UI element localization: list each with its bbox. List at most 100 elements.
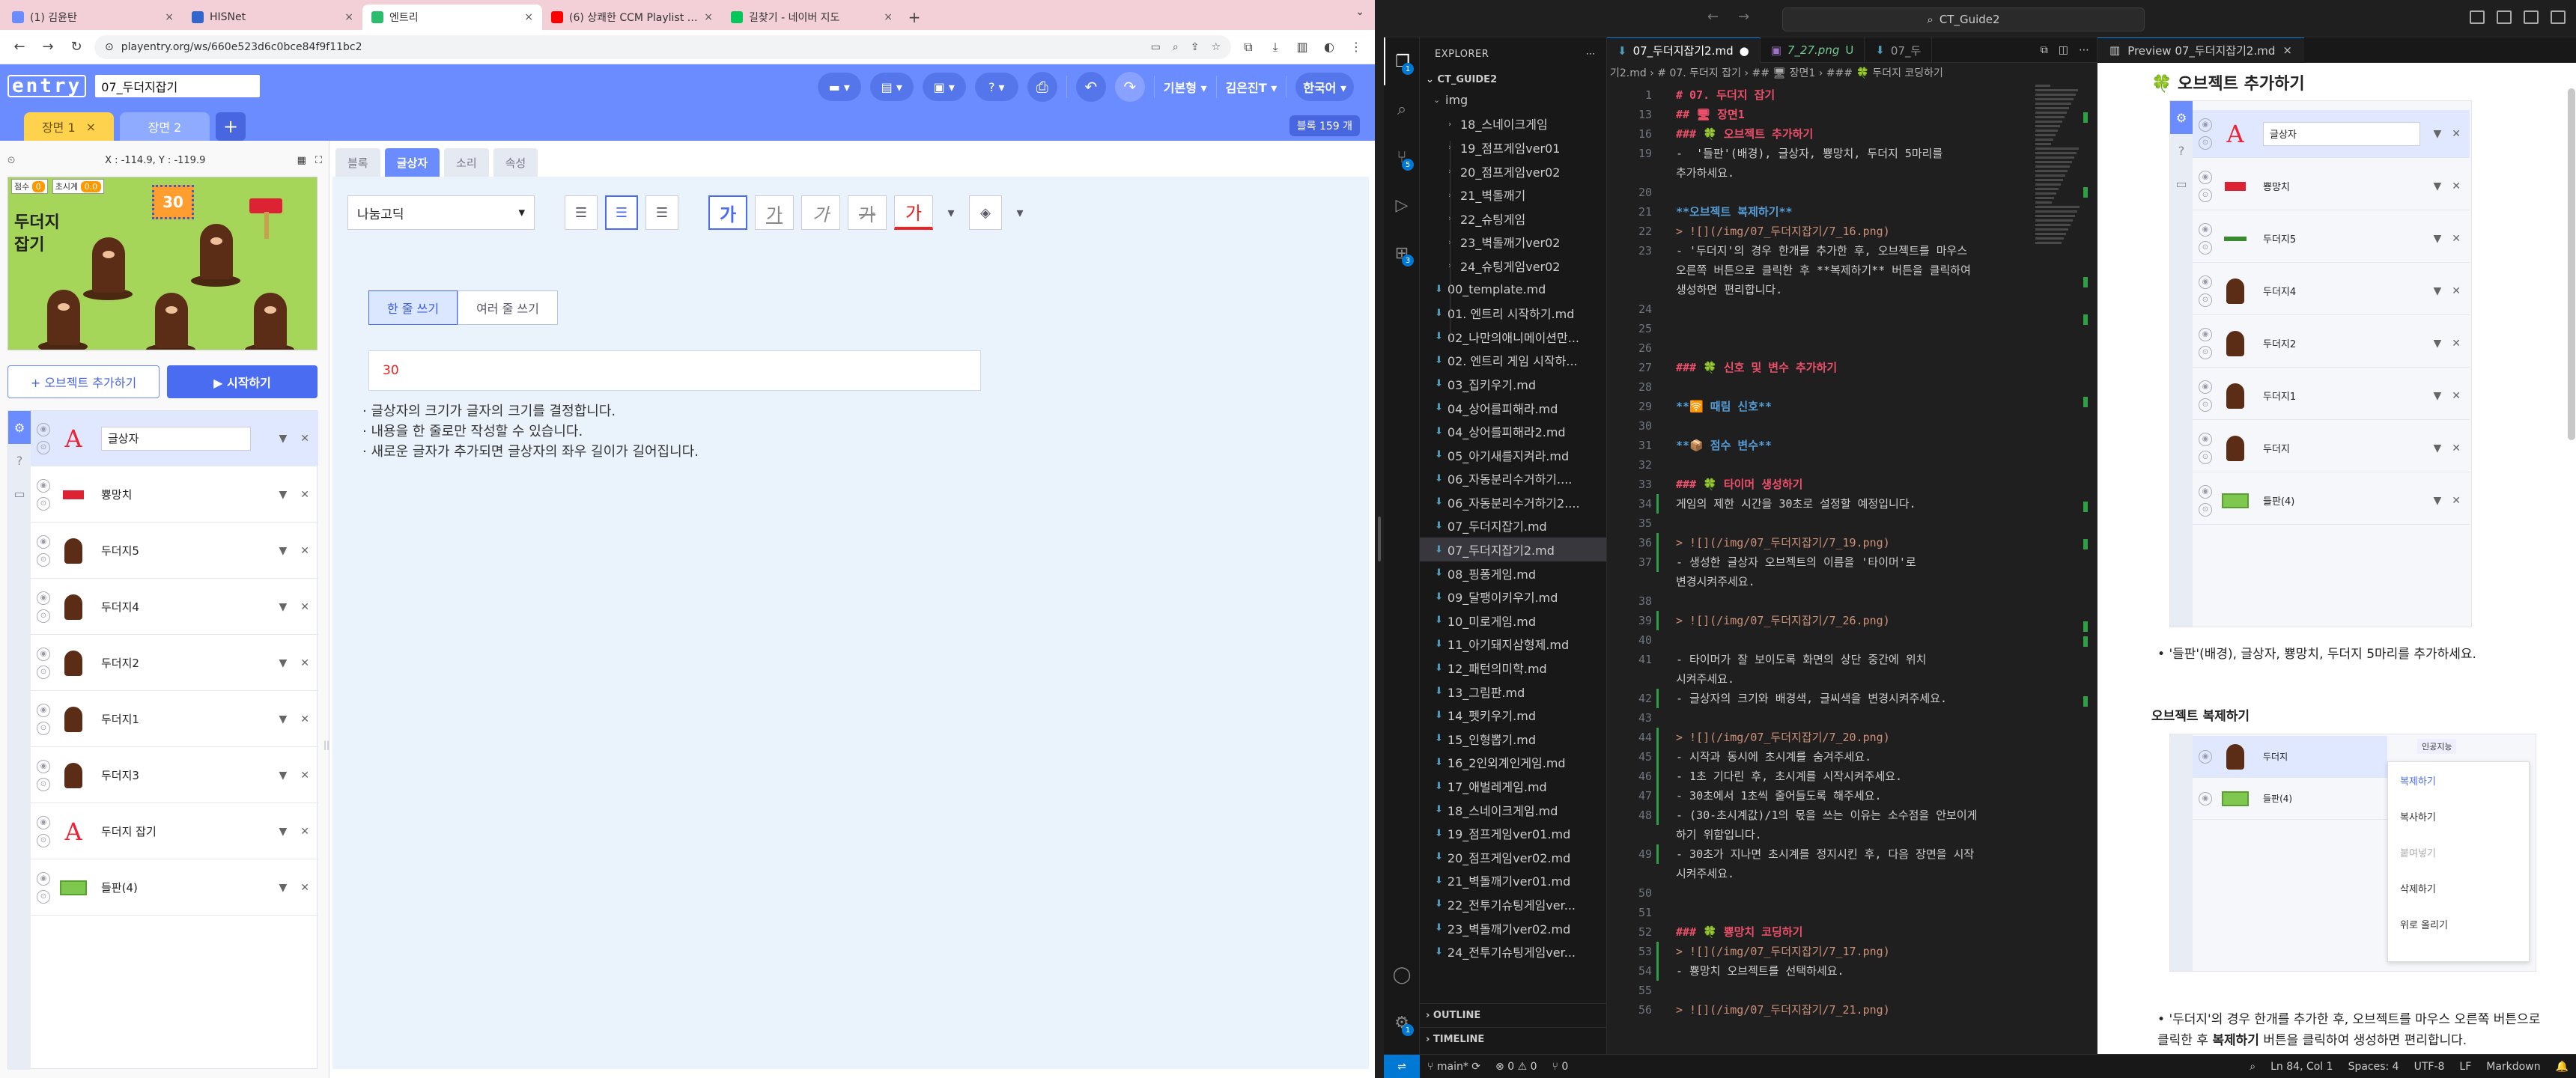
code-line[interactable]: 변경시켜주세요. [1676, 572, 1755, 591]
open-preview-icon[interactable]: ⧉ [2041, 44, 2048, 56]
git-change-marker[interactable] [1656, 806, 1659, 825]
browser-tab[interactable]: HISNet × [183, 4, 362, 30]
delete-object-icon[interactable]: ✕ [300, 770, 309, 782]
mode-select[interactable]: 기본형 ▾ [1164, 78, 1207, 96]
entry-logo[interactable]: entry [7, 75, 87, 97]
source-control-icon[interactable]: ⑂ 5 [1384, 133, 1420, 181]
language-select[interactable]: 한국어 ▾ [1295, 73, 1354, 101]
strikethrough-button[interactable]: 가 [848, 195, 887, 230]
file-item[interactable]: ⬇ 10_미로게임.md [1420, 609, 1606, 633]
file-item[interactable]: ⬇ 07_두더지잡기2.md [1420, 538, 1606, 561]
file-item[interactable]: ⬇ 13_그림판.md [1420, 680, 1606, 704]
indentation[interactable]: Spaces: 4 [2341, 1061, 2407, 1073]
add-object-button[interactable]: + 오브젝트 추가하기 [7, 365, 160, 398]
visibility-icon[interactable]: ◉ [37, 815, 50, 829]
share-icon[interactable]: ⇪ [1191, 41, 1200, 53]
code-line[interactable]: - '두더지'의 경우 한개를 추가한 후, 오브젝트를 마우스 [1676, 241, 1967, 261]
object-row[interactable]: ◉ ⊙ A 두더지 잡기 ▼ ✕ [31, 804, 318, 859]
new-project-menu-button[interactable]: ▬ ▾ [817, 73, 861, 101]
code-line[interactable]: > ![](/img/07_두더지잡기/7_19.png) [1676, 533, 1890, 552]
mole-sprite[interactable] [155, 293, 188, 348]
customize-layout-icon[interactable] [2551, 10, 2566, 24]
fill-color-dropdown-icon[interactable]: ▾ [1009, 195, 1030, 230]
visibility-icon[interactable]: ◉ [37, 535, 50, 549]
code-line[interactable]: 하기 위함입니다. [1676, 825, 1762, 844]
start-button[interactable]: ▶ 시작하기 [167, 365, 318, 398]
lock-icon[interactable]: ⊙ [37, 496, 50, 511]
file-item[interactable]: ⬇ 02. 엔트리 게임 시작하... [1420, 349, 1606, 373]
object-menu-chevron-icon[interactable]: ▼ [279, 826, 287, 838]
delete-object-icon[interactable]: ✕ [300, 545, 309, 557]
object-row[interactable]: ◉ ⊙ 두더지2 ▼ ✕ [31, 636, 318, 691]
close-tab-icon[interactable]: × [344, 11, 353, 23]
lock-icon[interactable]: ⊙ [37, 833, 50, 847]
workspace-tab[interactable]: 소리 [444, 148, 489, 177]
sidepanel-icon[interactable]: ▥ [1292, 37, 1312, 57]
new-tab-button[interactable]: + [902, 4, 927, 30]
git-change-marker[interactable] [1656, 747, 1659, 767]
file-item[interactable]: ⬇ 00_template.md [1420, 278, 1606, 302]
object-row[interactable]: ◉ ⊙ 두더지1 ▼ ✕ [31, 692, 318, 747]
object-menu-chevron-icon[interactable]: ▼ [279, 713, 287, 725]
lock-icon[interactable]: ⊙ [37, 777, 50, 791]
run-debug-icon[interactable]: ▷ [1384, 181, 1420, 229]
code-line[interactable]: > ![](/img/07_두더지잡기/7_16.png) [1676, 222, 1890, 241]
file-item[interactable]: ⬇ 24_전투기슈팅게임ver... [1420, 940, 1606, 963]
file-item[interactable]: ⬇ 04_상어를피해라2.md [1420, 419, 1606, 443]
text-content-input[interactable]: 30 [368, 350, 981, 391]
editor-tab-partial[interactable]: ⬇ 07_두 [1865, 37, 1933, 63]
code-line[interactable]: ## 🖥 장면1 [1676, 105, 1745, 124]
align-center-button[interactable]: ☰ [605, 195, 638, 230]
export-menu-button[interactable]: ▣ ▾ [922, 73, 966, 101]
object-menu-chevron-icon[interactable]: ▼ [279, 545, 287, 557]
install-icon[interactable]: ▭ [1151, 41, 1161, 53]
file-item[interactable]: ⬇ 01. 엔트리 시작하기.md [1420, 301, 1606, 325]
object-name[interactable]: 글상자 [101, 426, 251, 451]
code-line[interactable]: - 글상자의 크기와 배경색, 글씨색을 변경시켜주세요. [1676, 689, 1947, 708]
visibility-icon[interactable]: ◉ [37, 591, 50, 605]
file-item[interactable]: ⬇ 11_아기돼지삼형제.md [1420, 633, 1606, 657]
object-menu-chevron-icon[interactable]: ▼ [279, 601, 287, 613]
git-change-marker[interactable] [1656, 961, 1659, 981]
git-change-marker[interactable] [1656, 494, 1659, 514]
visibility-icon[interactable]: ◉ [37, 478, 50, 493]
zoom-icon[interactable]: ⌕ [1173, 41, 1179, 53]
visibility-icon[interactable]: ◉ [37, 422, 50, 436]
download-icon[interactable]: ⤓ [1266, 37, 1285, 57]
code-line[interactable]: **🛜 때림 신호** [1676, 397, 1772, 416]
git-change-marker[interactable] [1656, 942, 1659, 961]
lock-icon[interactable]: ⊙ [37, 552, 50, 567]
address-bar[interactable]: ⊙ playentry.org/ws/660e523d6c0bce84f9f11… [94, 34, 1231, 59]
code-line[interactable]: **📦 점수 변수** [1676, 436, 1772, 455]
folder-item[interactable]: ›19_점프게임ver01 [1420, 135, 1606, 159]
folder-item[interactable]: ›20_점프게임ver02 [1420, 159, 1606, 183]
code-line[interactable]: 생성하면 편리합니다. [1676, 280, 1782, 299]
lock-icon[interactable]: ⊙ [37, 609, 50, 623]
fullscreen-icon[interactable]: ⛶ [315, 155, 322, 166]
menu-icon[interactable]: ⋮ [1346, 37, 1366, 57]
code-line[interactable]: **오브젝트 복제하기** [1676, 202, 1793, 222]
encoding[interactable]: UTF-8 [2407, 1061, 2452, 1073]
undo-button[interactable]: ↶ [1075, 72, 1106, 102]
outline-section[interactable]: › OUTLINE [1420, 1003, 1606, 1027]
extensions-icon[interactable]: ⧉ [1239, 37, 1258, 57]
file-item[interactable]: ⬇ 04_상어를피해라.md [1420, 396, 1606, 420]
mole-sprite[interactable] [92, 237, 125, 293]
bookmark-star-icon[interactable]: ☆ [1211, 41, 1221, 53]
delete-object-icon[interactable]: ✕ [300, 826, 309, 838]
visibility-icon[interactable]: ◉ [37, 759, 50, 773]
print-button[interactable]: ⎙ [1027, 72, 1057, 102]
file-item[interactable]: ⬇ 21_벽돌깨기ver01.md [1420, 869, 1606, 893]
code-line[interactable]: 시켜주세요. [1676, 864, 1734, 883]
git-change-marker[interactable] [1656, 728, 1659, 747]
user-menu[interactable]: 김은진T ▾ [1226, 78, 1278, 96]
lock-icon[interactable]: ⊙ [37, 440, 50, 454]
problems-count[interactable]: ⊗ 0 ⚠ 0 [1488, 1061, 1544, 1073]
object-menu-chevron-icon[interactable]: ▼ [279, 882, 287, 894]
editor-tab-active[interactable]: ⬇ 07_두더지잡기2.md ● [1607, 37, 1761, 63]
code-line[interactable]: - 시작과 동시에 초시계를 숨겨주세요. [1676, 747, 1871, 767]
object-row[interactable]: ◉ ⊙ 두더지3 ▼ ✕ [31, 748, 318, 803]
profile-icon[interactable]: ◐ [1319, 37, 1339, 57]
toggle-secondary-sidebar-icon[interactable] [2524, 10, 2539, 24]
code-line[interactable]: > ![](/img/07_두더지잡기/7_17.png) [1676, 942, 1890, 961]
